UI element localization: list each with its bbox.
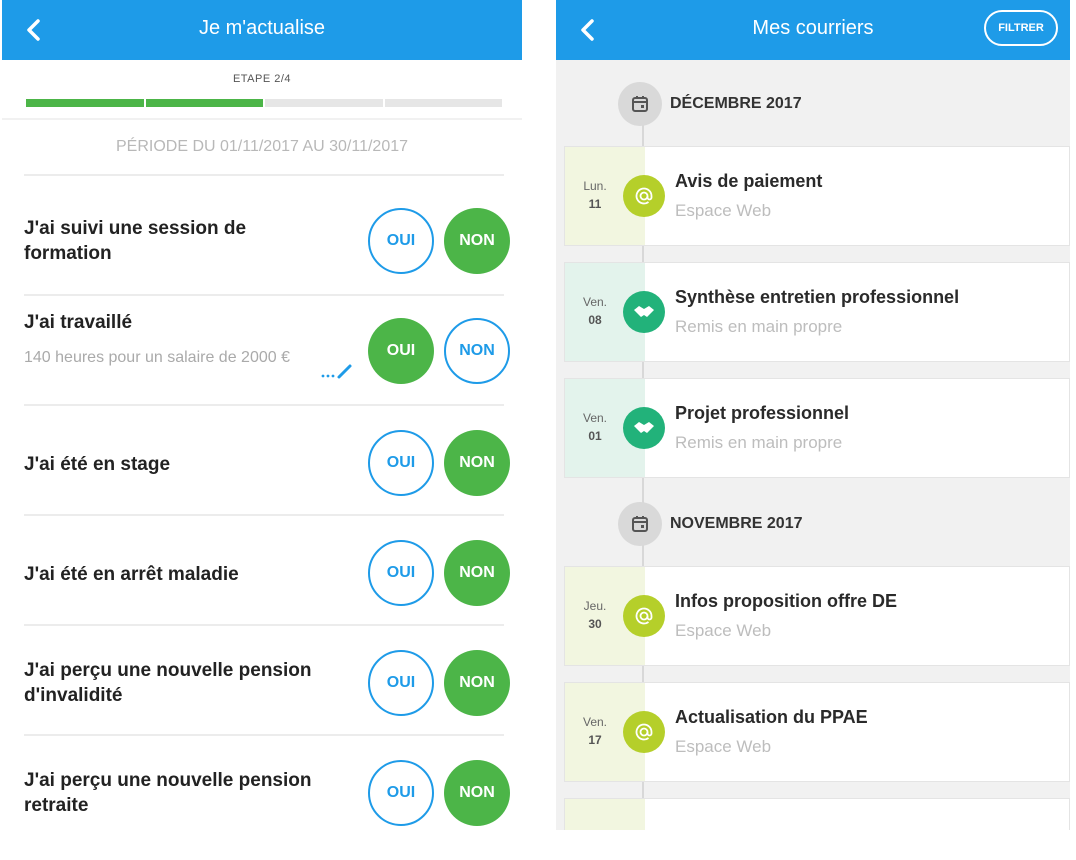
letter-item[interactable]: Ven. 08 Synthèse entretien professionnel… <box>564 262 1070 362</box>
month-header-december: DÉCEMBRE 2017 <box>618 82 802 126</box>
letter-date: 11 <box>588 197 602 211</box>
letter-weekday: Ven. <box>582 715 608 729</box>
app-header: Mes courriers FILTRER <box>556 0 1070 60</box>
at-sign-icon <box>623 175 665 217</box>
letter-weekday: Jeu. <box>583 599 607 613</box>
mail-screen: Mes courriers FILTRER DÉCEMBRE 2017 Lun.… <box>556 0 1070 830</box>
no-button[interactable]: NON <box>444 760 510 826</box>
edit-pencil-icon[interactable] <box>320 362 356 382</box>
no-button[interactable]: NON <box>444 430 510 496</box>
question-row-maladie: J'ai été en arrêt maladie OUI NON <box>24 514 510 626</box>
question-row-travail: J'ai travaillé 140 heures pour un salair… <box>24 294 510 406</box>
handshake-icon <box>623 291 665 333</box>
letter-channel: Espace Web <box>675 621 772 640</box>
yes-button[interactable]: OUI <box>368 760 434 826</box>
letter-item[interactable]: Lun. 11 Avis de paiement Espace Web <box>564 146 1070 246</box>
letter-item[interactable]: Jeu. 30 Infos proposition offre DE Espac… <box>564 566 1070 666</box>
at-sign-icon <box>623 711 665 753</box>
question-row-invalidite: J'ai perçu une nouvelle pension d'invali… <box>24 624 510 736</box>
page-title: Je m'actualise <box>198 17 326 39</box>
question-text: J'ai perçu une nouvelle pension d'invali… <box>24 660 312 706</box>
question-row-stage: J'ai été en stage OUI NON <box>24 404 510 516</box>
actualisation-screen: Je m'actualise ETAPE 2/4 PÉRIODE DU 01/1… <box>2 0 522 830</box>
step-indicator: ETAPE 2/4 <box>232 73 292 85</box>
letter-title: Infos proposition offre DE <box>675 591 897 611</box>
no-button[interactable]: NON <box>444 650 510 716</box>
letter-channel: Espace Web <box>675 201 772 220</box>
letter-weekday: Ven. <box>582 411 608 425</box>
handshake-icon <box>623 407 665 449</box>
question-text: J'ai travaillé <box>24 312 133 333</box>
question-text: J'ai suivi une session de formation <box>24 218 247 264</box>
month-header-november: NOVEMBRE 2017 <box>618 502 803 546</box>
letter-weekday: Ven. <box>582 295 608 309</box>
period-label: PÉRIODE DU 01/11/2017 AU 30/11/2017 <box>115 138 409 155</box>
calendar-icon <box>618 502 662 546</box>
month-label: DÉCEMBRE 2017 <box>670 95 802 112</box>
no-button[interactable]: NON <box>444 318 510 384</box>
letter-weekday: Lun. <box>583 179 607 193</box>
letter-item[interactable]: Ven. 01 Projet professionnel Remis en ma… <box>564 378 1070 478</box>
calendar-icon <box>618 82 662 126</box>
letter-title: Avis de paiement <box>675 171 823 191</box>
app-header: Je m'actualise <box>2 0 522 60</box>
question-row-retraite: J'ai perçu une nouvelle pension retraite… <box>24 734 510 830</box>
letter-channel: Remis en main propre <box>675 433 843 452</box>
progress-segment <box>384 99 502 107</box>
letter-channel: Remis en main propre <box>675 317 843 336</box>
yes-button[interactable]: OUI <box>368 650 434 716</box>
work-details: 140 heures pour un salaire de 2000 € <box>24 349 290 366</box>
no-button[interactable]: NON <box>444 208 510 274</box>
letter-item[interactable]: Ven. 17 Actualisation du PPAE Espace Web <box>564 682 1070 782</box>
yes-button[interactable]: OUI <box>368 540 434 606</box>
letter-date: 01 <box>588 429 602 443</box>
divider <box>2 118 522 120</box>
letter-item-partial[interactable] <box>564 798 1070 830</box>
month-label: NOVEMBRE 2017 <box>670 515 803 532</box>
letter-date: 17 <box>588 733 602 747</box>
question-row-formation: J'ai suivi une session de formation OUI … <box>24 174 510 296</box>
progress-segment <box>265 99 383 107</box>
no-button[interactable]: NON <box>444 540 510 606</box>
yes-button[interactable]: OUI <box>368 318 434 384</box>
yes-button[interactable]: OUI <box>368 208 434 274</box>
filter-button[interactable]: FILTRER <box>984 10 1058 46</box>
date-column <box>565 799 645 830</box>
progress-segment <box>145 99 263 107</box>
question-text: J'ai été en arrêt maladie <box>24 564 239 585</box>
step-progress-bar <box>26 99 502 107</box>
yes-button[interactable]: OUI <box>368 430 434 496</box>
question-text: J'ai été en stage <box>24 454 171 475</box>
letter-title: Projet professionnel <box>675 403 850 423</box>
progress-segment <box>26 99 144 107</box>
letter-title: Actualisation du PPAE <box>675 707 868 727</box>
letter-channel: Espace Web <box>675 737 772 756</box>
letter-date: 30 <box>588 617 602 631</box>
question-text: J'ai perçu une nouvelle pension retraite <box>24 770 312 816</box>
letter-date: 08 <box>588 313 602 327</box>
letter-title: Synthèse entretien professionnel <box>675 287 960 307</box>
at-sign-icon <box>623 595 665 637</box>
